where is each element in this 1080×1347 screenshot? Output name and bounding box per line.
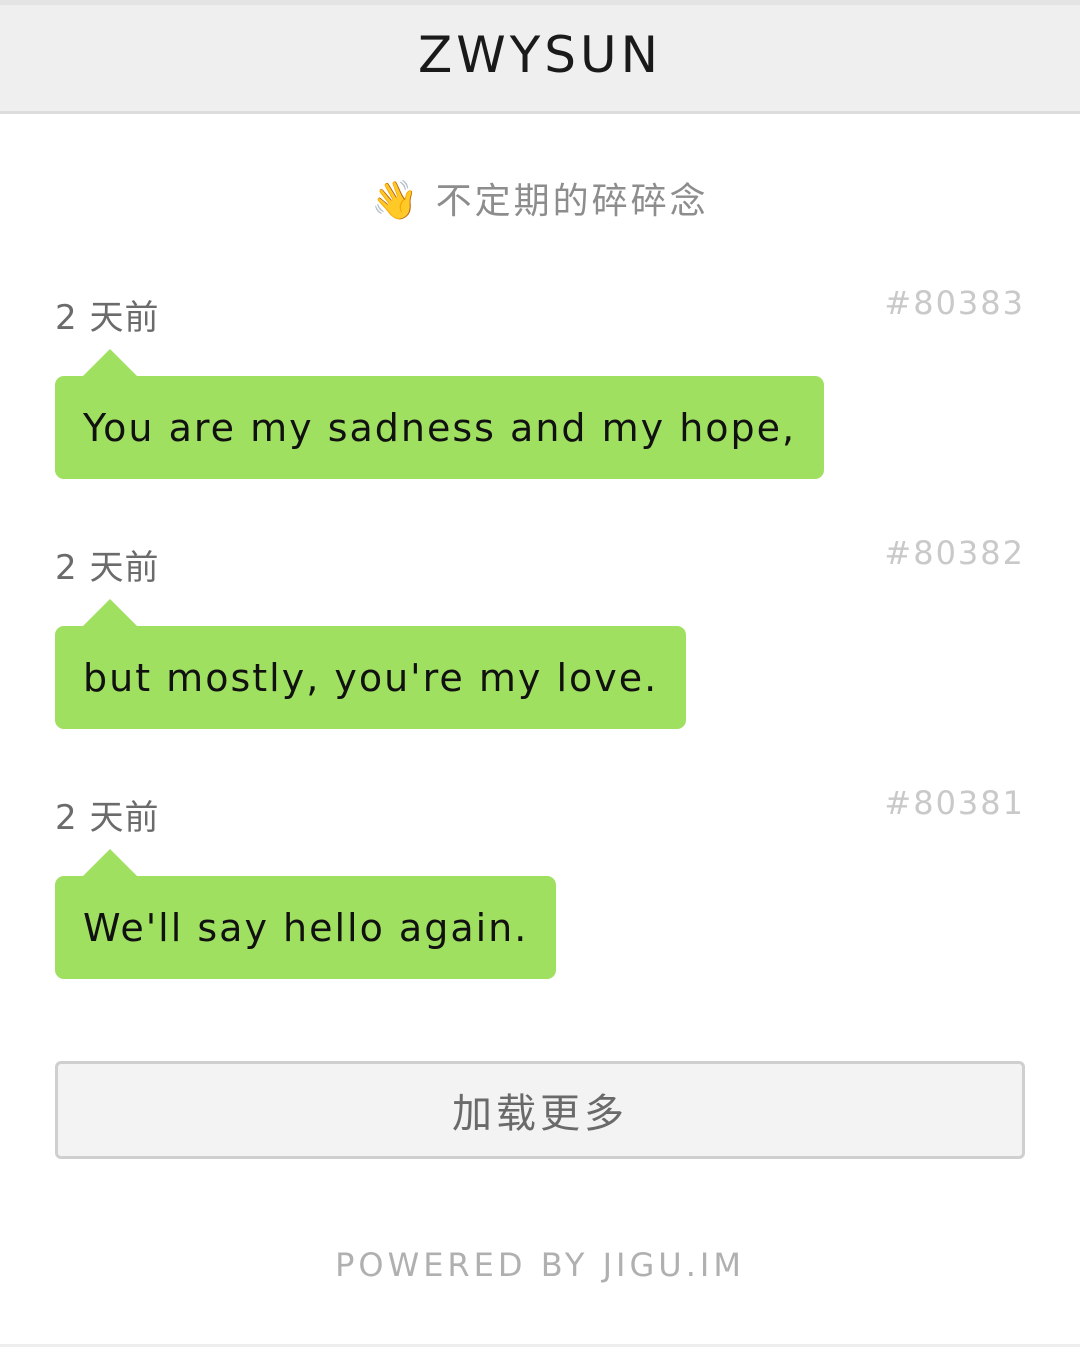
post-timestamp: 2 天前 (55, 298, 160, 338)
message-bubble-wrap: but mostly, you're my love. (55, 599, 687, 729)
footer-powered-by[interactable]: POWERED BY JIGU.IM (0, 1246, 1080, 1284)
message-bubble: We'll say hello again. (55, 849, 557, 979)
page-subtitle: 👋 不定期的碎碎念 (0, 172, 1080, 224)
message-bubble-wrap: You are my sadness and my hope, (55, 349, 825, 479)
bubble-tail (82, 349, 138, 377)
waving-hand-icon: 👋 (371, 178, 422, 222)
app-title[interactable]: ZWYSUN (418, 26, 662, 84)
post-timestamp: 2 天前 (55, 798, 160, 838)
message-text: but mostly, you're my love. (83, 655, 659, 700)
bubble-tail (82, 849, 138, 877)
subtitle-text: 不定期的碎碎念 (435, 181, 709, 222)
post-id-link[interactable]: #80382 (884, 534, 1025, 572)
message-text: You are my sadness and my hope, (83, 405, 797, 450)
message-bubble-wrap: We'll say hello again. (55, 849, 557, 979)
message-text: We'll say hello again. (83, 905, 529, 950)
post-id-link[interactable]: #80381 (884, 784, 1025, 822)
page: ZWYSUN 👋 不定期的碎碎念 2 天前 #80383 You are my s… (0, 0, 1080, 1347)
message-bubble: but mostly, you're my love. (55, 599, 687, 729)
load-more-button[interactable]: 加载更多 (55, 1061, 1025, 1159)
app-header: ZWYSUN (0, 0, 1080, 114)
post-timestamp: 2 天前 (55, 548, 160, 588)
message-bubble: You are my sadness and my hope, (55, 349, 825, 479)
post-id-link[interactable]: #80383 (884, 284, 1025, 322)
bubble-tail (82, 599, 138, 627)
